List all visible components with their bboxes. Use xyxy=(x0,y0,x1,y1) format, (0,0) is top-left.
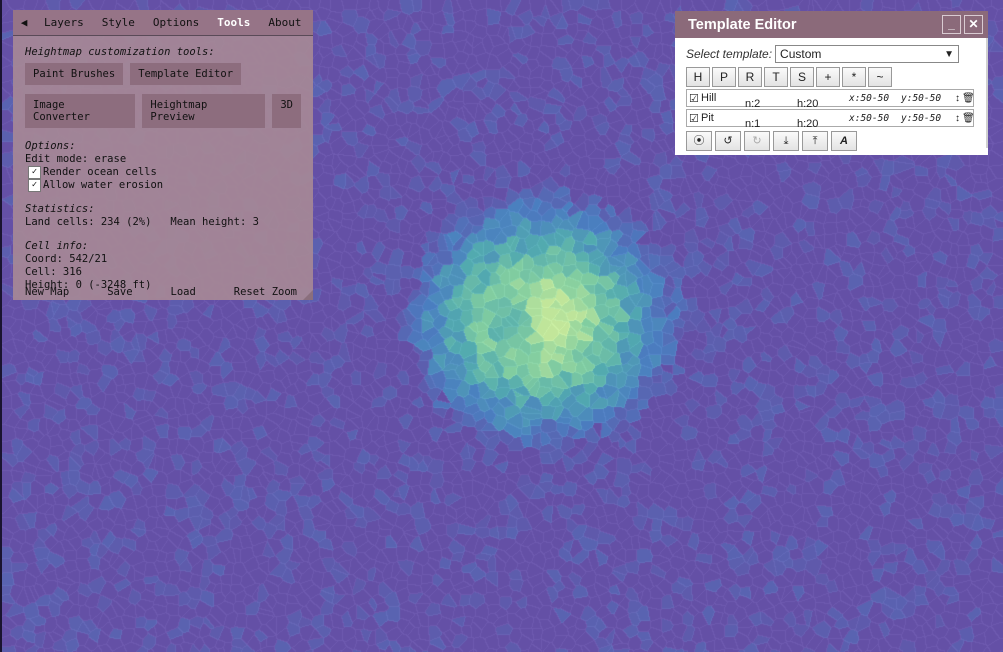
drag-handle-icon[interactable]: ↕ xyxy=(955,113,960,124)
selected-template: Custom xyxy=(780,47,822,61)
step-type: Pit xyxy=(701,112,714,124)
font-icon[interactable]: A xyxy=(831,131,857,151)
add-trough-button[interactable]: T xyxy=(764,67,788,87)
dialog-titlebar[interactable]: Template Editor _ ✕ xyxy=(675,11,988,38)
cell-info-heading: Cell info: xyxy=(25,240,89,252)
trash-icon[interactable]: 🗑 xyxy=(962,93,975,104)
tab-layers[interactable]: Layers xyxy=(35,10,93,35)
add-pit-button[interactable]: P xyxy=(712,67,736,87)
statistics-heading: Statistics: xyxy=(25,203,95,215)
smooth-button[interactable]: ~ xyxy=(868,67,892,87)
close-button[interactable]: ✕ xyxy=(964,15,983,34)
tab-style[interactable]: Style xyxy=(93,10,144,35)
paint-brushes-button[interactable]: Paint Brushes xyxy=(25,63,124,85)
minimize-button[interactable]: _ xyxy=(942,15,961,34)
template-editor-button[interactable]: Template Editor xyxy=(130,63,242,85)
save-button[interactable]: Save xyxy=(107,286,132,298)
tools-heading: Heightmap customization tools: xyxy=(25,46,215,58)
add-button[interactable]: + xyxy=(816,67,840,87)
step-y-range[interactable]: y:50-50 xyxy=(901,113,941,124)
image-converter-button[interactable]: Image Converter xyxy=(25,94,136,128)
multiply-button[interactable]: * xyxy=(842,67,866,87)
trash-icon[interactable]: 🗑 xyxy=(962,113,975,124)
3d-view-button[interactable]: 3D xyxy=(272,94,301,128)
resize-handle[interactable] xyxy=(303,290,313,300)
tab-tools[interactable]: Tools xyxy=(208,10,259,35)
allow-erosion-checkbox[interactable]: ✓ xyxy=(28,179,41,192)
allow-erosion-label: Allow water erosion xyxy=(43,179,164,191)
select-template-label: Select template: xyxy=(686,47,773,61)
edit-mode-text: Edit mode: erase xyxy=(25,153,127,165)
load-button[interactable]: Load xyxy=(171,286,196,298)
coord-text: Coord: 542/21 xyxy=(25,253,108,265)
options-heading: Options: xyxy=(25,140,76,152)
heightmap-preview-button[interactable]: Heightmap Preview xyxy=(142,94,266,128)
add-strait-button[interactable]: S xyxy=(790,67,814,87)
scrollbar[interactable] xyxy=(986,38,988,148)
template-step-row[interactable]: ☑ Pit n:1 h:20 x:50-50 y:50-50 ↕ 🗑 xyxy=(686,109,975,130)
redo-icon[interactable]: ↻ xyxy=(744,131,770,151)
new-map-button[interactable]: New Map xyxy=(25,286,69,298)
template-select[interactable]: Custom ▼ xyxy=(775,45,960,63)
dialog-title: Template Editor xyxy=(688,16,797,33)
tab-bar: ◀ Layers Style Options Tools About xyxy=(13,10,313,36)
drag-handle-icon[interactable]: ↕ xyxy=(955,93,960,104)
download-icon[interactable]: ⤓ xyxy=(773,131,799,151)
render-ocean-checkbox-row[interactable]: ✓ Render ocean cells xyxy=(28,166,301,179)
cell-text: Cell: 316 xyxy=(25,266,82,278)
tab-about[interactable]: About xyxy=(259,10,310,35)
step-enabled-checkbox[interactable]: ☑ xyxy=(689,112,699,125)
play-icon[interactable]: ⦿ xyxy=(686,131,712,151)
render-ocean-label: Render ocean cells xyxy=(43,166,157,178)
collapse-panel-button[interactable]: ◀ xyxy=(13,16,35,29)
step-enabled-checkbox[interactable]: ☑ xyxy=(689,92,699,105)
add-hill-button[interactable]: H xyxy=(686,67,710,87)
reset-zoom-button[interactable]: Reset Zoom xyxy=(234,286,297,298)
upload-icon[interactable]: ⤒ xyxy=(802,131,828,151)
add-range-button[interactable]: R xyxy=(738,67,762,87)
step-y-range[interactable]: y:50-50 xyxy=(901,93,941,104)
options-panel: ◀ Layers Style Options Tools About Heigh… xyxy=(13,10,313,300)
render-ocean-checkbox[interactable]: ✓ xyxy=(28,166,41,179)
allow-erosion-checkbox-row[interactable]: ✓ Allow water erosion xyxy=(28,179,301,192)
chevron-down-icon: ▼ xyxy=(944,48,955,60)
step-x-range[interactable]: x:50-50 xyxy=(849,93,889,104)
land-cells-stat: Land cells: 234 (2%) xyxy=(25,216,152,228)
template-step-row[interactable]: ☑ Hill n:2 h:20 x:50-50 y:50-50 ↕ 🗑 xyxy=(686,89,975,110)
step-x-range[interactable]: x:50-50 xyxy=(849,113,889,124)
step-type: Hill xyxy=(701,92,717,104)
mean-height-stat: Mean height: 3 xyxy=(170,216,259,228)
tab-options[interactable]: Options xyxy=(144,10,208,35)
template-editor-dialog: Template Editor _ ✕ Select template: Cus… xyxy=(675,11,988,155)
undo-icon[interactable]: ↺ xyxy=(715,131,741,151)
